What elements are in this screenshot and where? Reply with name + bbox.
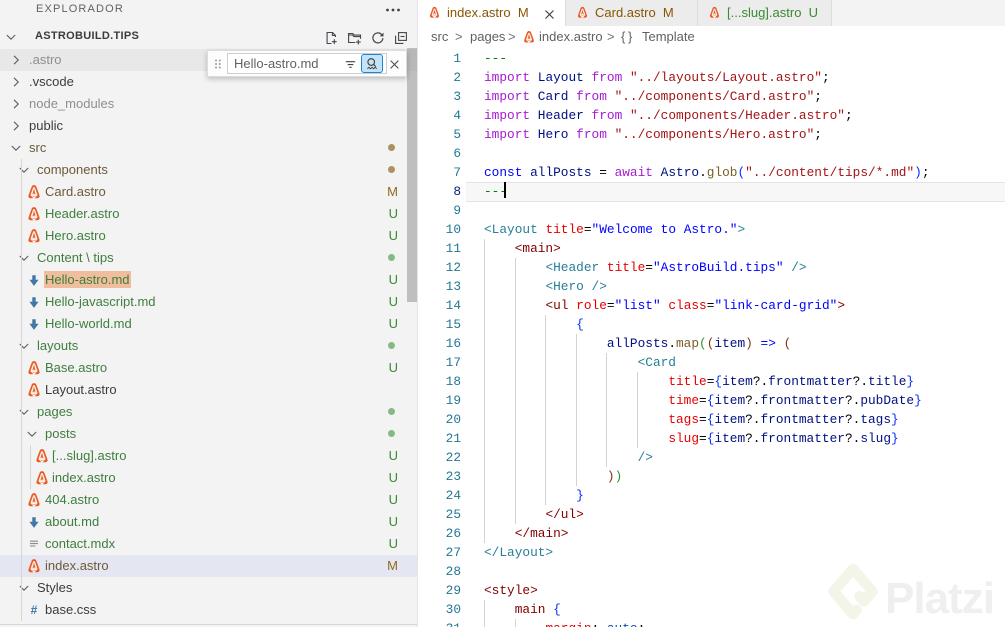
svg-text:#: # bbox=[31, 603, 38, 617]
